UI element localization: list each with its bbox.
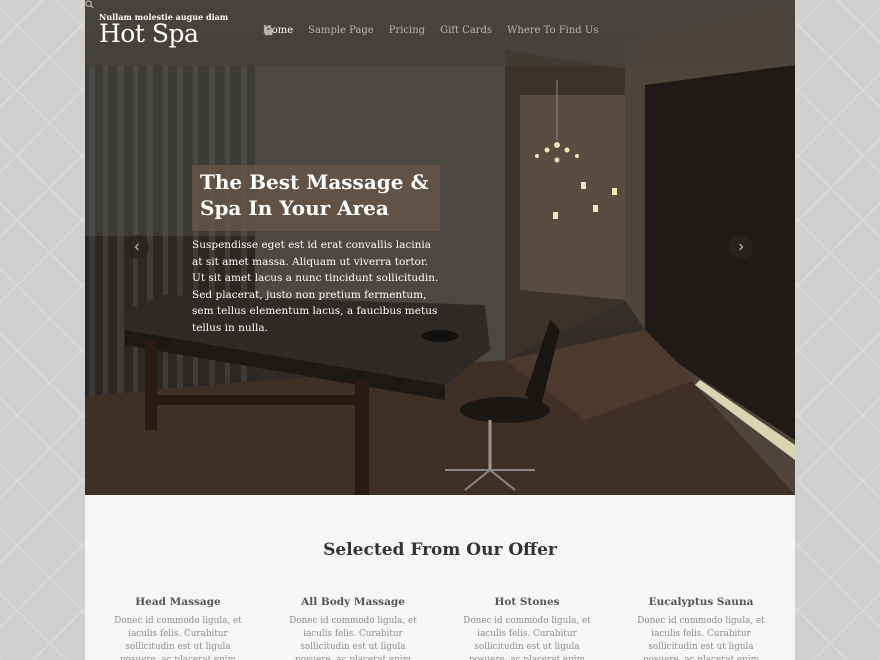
nav-item-label: Sample Page bbox=[308, 25, 374, 36]
feature-head-massage: Head Massage Donec id commodo ligula, et… bbox=[108, 596, 248, 660]
feature-title[interactable]: Hot Stones bbox=[457, 596, 597, 608]
slider-next-button[interactable] bbox=[729, 235, 753, 259]
nav-item-label: Pricing bbox=[388, 25, 426, 36]
nav-item-sample-page[interactable]: Sample Page bbox=[263, 25, 374, 36]
feature-text: Donec id commodo ligula, et iaculis feli… bbox=[289, 616, 417, 660]
slide-title-line1: The Best Massage & bbox=[200, 170, 429, 194]
hero-slider: Nullam molestie augue diam Hot Spa Home … bbox=[85, 0, 795, 495]
nav-item-gift-cards[interactable]: Gift Cards bbox=[263, 25, 493, 36]
nav-item-where-to-find-us[interactable]: Where To Find Us bbox=[265, 25, 599, 36]
feature-title[interactable]: Eucalyptus Sauna bbox=[631, 596, 771, 608]
chevron-left-icon bbox=[134, 243, 139, 251]
nav-item-label: Where To Find Us bbox=[507, 25, 599, 36]
feature-eucalyptus-sauna: Eucalyptus Sauna Donec id commodo ligula… bbox=[631, 596, 771, 660]
slide-title-box: The Best Massage & Spa In Your Area bbox=[192, 165, 440, 231]
map-pin-icon bbox=[265, 25, 272, 36]
chevron-right-icon bbox=[739, 243, 744, 251]
header-bar: Nullam molestie augue diam Hot Spa Home … bbox=[85, 0, 795, 66]
site-title[interactable]: Hot Spa bbox=[99, 19, 199, 48]
slide-text: Suspendisse eget est id erat convallis l… bbox=[192, 239, 439, 334]
page: Nullam molestie augue diam Hot Spa Home … bbox=[85, 0, 795, 660]
feature-title[interactable]: Head Massage bbox=[108, 596, 248, 608]
offer-heading: Selected From Our Offer bbox=[323, 540, 557, 560]
nav-item-label: Gift Cards bbox=[440, 25, 493, 36]
feature-hot-stones: Hot Stones Donec id commodo ligula, et i… bbox=[457, 596, 597, 660]
feature-text: Donec id commodo ligula, et iaculis feli… bbox=[114, 616, 242, 660]
nav-item-pricing[interactable]: Pricing bbox=[264, 25, 426, 36]
feature-text: Donec id commodo ligula, et iaculis feli… bbox=[463, 616, 591, 660]
slider-prev-button[interactable] bbox=[125, 235, 149, 259]
feature-title[interactable]: All Body Massage bbox=[283, 596, 423, 608]
feature-all-body-massage: All Body Massage Donec id commodo ligula… bbox=[283, 596, 423, 660]
main-nav: Home Sample Page Pricing Gift Cards Wher… bbox=[263, 25, 613, 36]
slide-title-line2: Spa In Your Area bbox=[200, 196, 389, 220]
feature-text: Donec id commodo ligula, et iaculis feli… bbox=[637, 616, 765, 660]
search-icon[interactable] bbox=[85, 0, 94, 9]
